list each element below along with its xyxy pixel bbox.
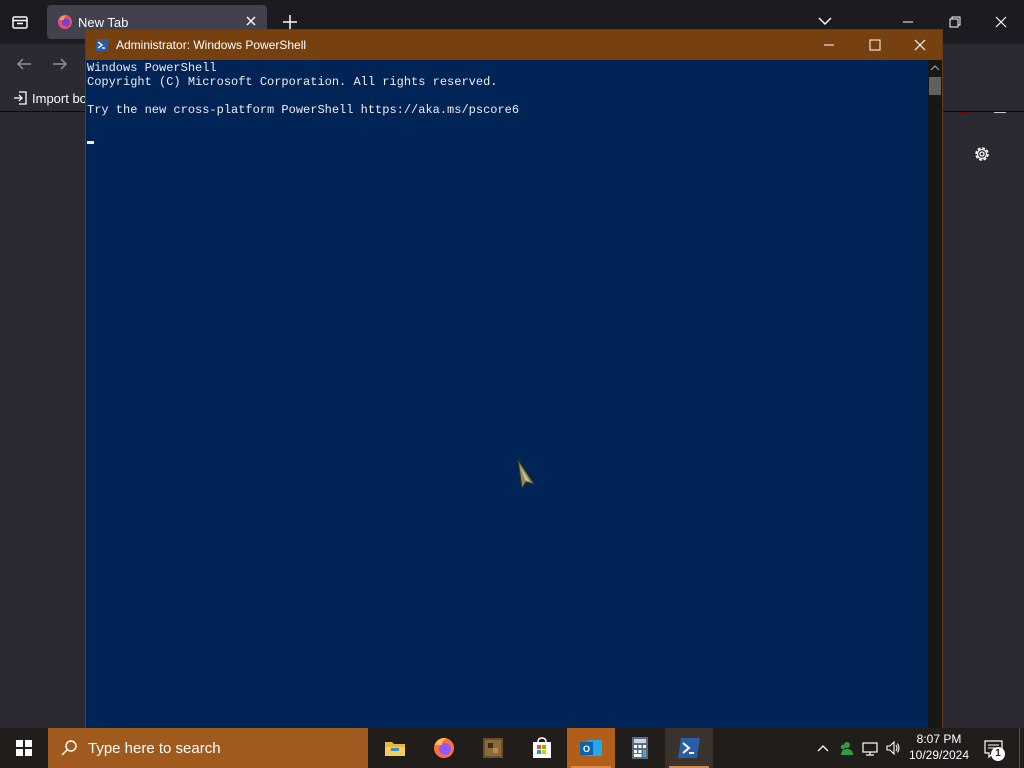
mouse-pointer-icon — [517, 459, 536, 490]
taskbar-calculator[interactable] — [616, 728, 664, 768]
import-icon — [14, 91, 27, 105]
close-icon[interactable] — [989, 10, 1013, 34]
maximize-icon[interactable] — [852, 30, 898, 60]
network-icon[interactable] — [862, 740, 878, 756]
show-desktop-button[interactable] — [1019, 728, 1024, 768]
powershell-titlebar[interactable]: Administrator: Windows PowerShell — [86, 30, 942, 60]
scroll-up-icon[interactable] — [928, 62, 942, 74]
import-bookmarks-link[interactable]: Import bo — [32, 91, 87, 106]
chevron-down-icon[interactable] — [817, 13, 833, 29]
forward-icon[interactable] — [50, 54, 70, 74]
text-cursor — [87, 141, 94, 144]
vertical-scrollbar[interactable] — [928, 60, 942, 728]
search-icon — [61, 740, 77, 756]
minecraft-icon — [483, 738, 503, 758]
gear-icon[interactable] — [972, 144, 992, 164]
notification-badge: 1 — [991, 747, 1005, 761]
taskbar-file-explorer[interactable] — [371, 728, 419, 768]
folder-icon — [385, 742, 405, 756]
close-tab-icon[interactable] — [243, 13, 259, 29]
close-icon[interactable] — [897, 30, 943, 60]
clock-time: 8:07 PM — [916, 732, 962, 746]
firefox-icon — [434, 737, 454, 758]
console-line: Windows PowerShell — [87, 61, 217, 75]
store-icon — [533, 737, 551, 758]
taskbar-outlook[interactable]: O — [567, 728, 615, 768]
powershell-icon — [678, 738, 700, 758]
back-icon[interactable] — [14, 54, 34, 74]
outlook-icon: O — [580, 740, 602, 756]
powershell-icon — [95, 39, 109, 51]
scrollbar-thumb[interactable] — [929, 77, 941, 95]
firefox-icon — [58, 15, 72, 29]
taskbar-microsoft-store[interactable] — [518, 728, 566, 768]
taskbar-minecraft[interactable] — [469, 728, 517, 768]
tab-list-icon[interactable] — [10, 12, 30, 32]
clock-date: 10/29/2024 — [908, 748, 970, 762]
powershell-window[interactable]: Administrator: Windows PowerShell Window… — [85, 29, 943, 728]
restore-icon[interactable] — [943, 10, 967, 34]
console-output[interactable]: Windows PowerShell Copyright (C) Microso… — [86, 60, 928, 728]
taskbar-powershell[interactable] — [665, 728, 713, 768]
taskbar-firefox[interactable] — [420, 728, 468, 768]
people-icon[interactable] — [838, 740, 854, 756]
volume-icon[interactable] — [885, 740, 901, 756]
windows-start-icon[interactable] — [0, 728, 48, 768]
taskbar: Type here to search O 8:07 PM 10/29/2024… — [0, 728, 1024, 768]
taskbar-search-box[interactable]: Type here to search — [48, 728, 368, 768]
console-line: Try the new cross-platform PowerShell ht… — [87, 103, 520, 117]
console-line: Copyright (C) Microsoft Corporation. All… — [87, 75, 498, 89]
minimize-icon[interactable] — [806, 30, 852, 60]
window-title: Administrator: Windows PowerShell — [116, 38, 307, 52]
svg-text:O: O — [583, 744, 590, 754]
tab-title: New Tab — [78, 15, 129, 30]
calculator-icon — [632, 737, 648, 759]
clock[interactable]: 8:07 PM 10/29/2024 — [903, 731, 975, 763]
chevron-up-icon[interactable] — [815, 740, 831, 756]
search-placeholder: Type here to search — [88, 740, 221, 757]
